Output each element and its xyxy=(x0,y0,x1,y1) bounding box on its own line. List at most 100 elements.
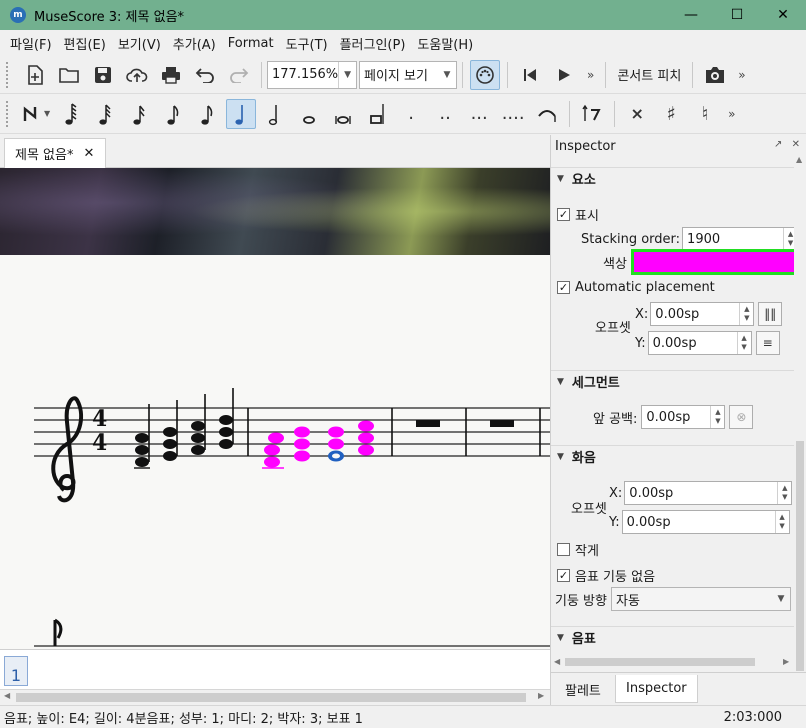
visible-row[interactable]: ✓ 표시 xyxy=(557,205,599,224)
tab-palette[interactable]: 팔레트 xyxy=(555,675,611,703)
close-icon[interactable]: ✕ xyxy=(792,139,800,150)
whole-rest-icon[interactable] xyxy=(416,420,440,427)
triple-dot-icon[interactable]: ... xyxy=(464,99,494,129)
scroll-right-icon[interactable]: ▶ xyxy=(783,657,789,666)
section-chord-header[interactable]: ▼ 화음 xyxy=(551,445,799,467)
float-icon[interactable]: ↗ xyxy=(774,139,782,150)
stacking-order-field[interactable]: 1900 ▲ ▼ xyxy=(682,227,799,251)
stem-direction-select[interactable]: 자동 ▼ xyxy=(610,587,791,611)
note-breve-icon[interactable] xyxy=(328,99,358,129)
cloud-upload-icon[interactable] xyxy=(122,60,152,90)
no-stem-row[interactable]: ✓ 음표 기둥 없음 xyxy=(557,566,655,585)
toolbar-grip[interactable] xyxy=(6,61,14,88)
sharp-icon[interactable]: ♯ xyxy=(656,99,686,129)
snap-to-grid-y-icon[interactable]: ≡ xyxy=(755,331,780,355)
dot-icon[interactable]: . xyxy=(396,99,426,129)
scroll-right-icon[interactable]: ▶ xyxy=(538,691,544,700)
toolbar-overflow[interactable]: » xyxy=(732,68,751,82)
section-element-header[interactable]: ▼ 요소 xyxy=(551,167,799,189)
chord-offset-x-field[interactable]: 0.00sp ▲ ▼ xyxy=(624,481,793,505)
scroll-left-icon[interactable]: ◀ xyxy=(4,691,10,700)
note-32nd-icon[interactable] xyxy=(90,99,120,129)
navigator-page[interactable]: 1 xyxy=(4,656,28,686)
toolbar-overflow[interactable]: » xyxy=(581,68,600,82)
visible-checkbox[interactable]: ✓ xyxy=(557,208,570,221)
chevron-down-icon[interactable]: ▼ xyxy=(44,109,50,118)
tab-inspector[interactable]: Inspector xyxy=(615,675,698,703)
scrollbar-thumb[interactable] xyxy=(796,441,804,671)
inspector-horizontal-scrollbar[interactable]: ◀ ▶ xyxy=(551,655,795,669)
spin-arrows-icon[interactable]: ▲ ▼ xyxy=(739,303,753,325)
maximize-icon[interactable]: ☐ xyxy=(714,0,760,30)
note-eighth-alt-icon[interactable] xyxy=(192,99,222,129)
reset-icon[interactable]: ⊗ xyxy=(729,405,754,429)
scrollbar-thumb[interactable] xyxy=(565,658,755,666)
spin-arrows-icon[interactable]: ▲ ▼ xyxy=(736,332,751,354)
note-quarter-icon[interactable] xyxy=(226,98,257,129)
scrollbar-thumb[interactable] xyxy=(16,693,526,702)
spin-arrows-icon[interactable]: ▲ ▼ xyxy=(710,406,724,428)
redo-icon[interactable] xyxy=(224,60,254,90)
open-folder-icon[interactable] xyxy=(54,60,84,90)
menu-format[interactable]: Format xyxy=(222,36,280,51)
close-icon[interactable]: ✕ xyxy=(83,146,94,161)
undo-icon[interactable] xyxy=(190,60,220,90)
double-sharp-icon[interactable]: × xyxy=(622,99,652,129)
whole-rest-icon[interactable] xyxy=(490,420,514,427)
auto-placement-row[interactable]: ✓ Automatic placement xyxy=(557,280,715,295)
note-64th-icon[interactable] xyxy=(56,99,86,129)
small-chord-row[interactable]: 작게 xyxy=(557,540,599,559)
collapse-triangle-icon[interactable]: ▼ xyxy=(557,633,564,643)
note-whole-icon[interactable] xyxy=(294,99,324,129)
collapse-triangle-icon[interactable]: ▼ xyxy=(557,174,564,184)
natural-icon[interactable]: ♮ xyxy=(690,99,720,129)
midi-input-icon[interactable] xyxy=(470,59,500,90)
zoom-combo[interactable]: 177.156% ▼ xyxy=(267,60,357,89)
chevron-down-icon[interactable]: ▼ xyxy=(438,62,456,88)
chord-offset-y-field[interactable]: 0.00sp ▲ ▼ xyxy=(621,510,790,534)
note-16th-icon[interactable] xyxy=(124,99,154,129)
chevron-down-icon[interactable]: ▼ xyxy=(338,61,356,88)
rewind-icon[interactable] xyxy=(515,60,545,90)
menu-edit[interactable]: 편집(E) xyxy=(58,34,112,53)
small-chord-checkbox[interactable] xyxy=(557,543,570,556)
no-stem-checkbox[interactable]: ✓ xyxy=(557,569,570,582)
quadruple-dot-icon[interactable]: .... xyxy=(498,99,528,129)
time-signature[interactable]: 4 4 xyxy=(92,406,107,456)
menu-file[interactable]: 파일(F) xyxy=(4,34,58,53)
scroll-up-icon[interactable]: ▲ xyxy=(796,155,802,164)
leading-space-field[interactable]: 0.00sp ▲ ▼ xyxy=(641,405,726,429)
close-icon[interactable]: ✕ xyxy=(760,0,806,30)
color-picker[interactable] xyxy=(630,249,797,275)
menu-add[interactable]: 추가(A) xyxy=(167,34,222,53)
save-icon[interactable] xyxy=(88,60,118,90)
treble-clef-icon[interactable] xyxy=(51,396,84,503)
section-segment-header[interactable]: ▼ 세그먼트 xyxy=(551,370,799,392)
toolbar-grip[interactable] xyxy=(6,100,14,127)
auto-placement-checkbox[interactable]: ✓ xyxy=(557,281,570,294)
collapse-triangle-icon[interactable]: ▼ xyxy=(557,377,564,387)
spin-arrows-icon[interactable]: ▲ ▼ xyxy=(777,482,791,504)
menu-view[interactable]: 보기(V) xyxy=(112,34,167,53)
document-tab[interactable]: 제목 없음* ✕ xyxy=(4,138,106,168)
rest-flip-icon[interactable] xyxy=(577,99,607,129)
toolbar-overflow[interactable]: » xyxy=(722,107,741,121)
view-mode-combo[interactable]: 페이지 보기 ▼ xyxy=(359,60,457,89)
scroll-left-icon[interactable]: ◀ xyxy=(554,657,560,666)
collapse-triangle-icon[interactable]: ▼ xyxy=(557,452,564,462)
note-half-icon[interactable] xyxy=(260,99,290,129)
snap-to-grid-x-icon[interactable]: ‖‖ xyxy=(758,302,783,326)
horizontal-scrollbar[interactable]: ◀ ▶ xyxy=(0,689,550,705)
print-icon[interactable] xyxy=(156,60,186,90)
element-offset-x-field[interactable]: 0.00sp ▲ ▼ xyxy=(650,302,755,326)
note-eighth-icon[interactable] xyxy=(158,99,188,129)
concert-pitch-button[interactable]: 콘서트 피치 xyxy=(611,65,687,84)
note-input-mode-icon[interactable] xyxy=(20,99,42,129)
play-icon[interactable] xyxy=(549,60,579,90)
score-notation[interactable]: 4 4 xyxy=(0,168,550,649)
minimize-icon[interactable]: — xyxy=(668,0,714,30)
new-file-icon[interactable] xyxy=(20,60,50,90)
tie-icon[interactable] xyxy=(532,99,562,129)
note-longa-icon[interactable] xyxy=(362,99,392,129)
menu-plugins[interactable]: 플러그인(P) xyxy=(334,34,412,53)
